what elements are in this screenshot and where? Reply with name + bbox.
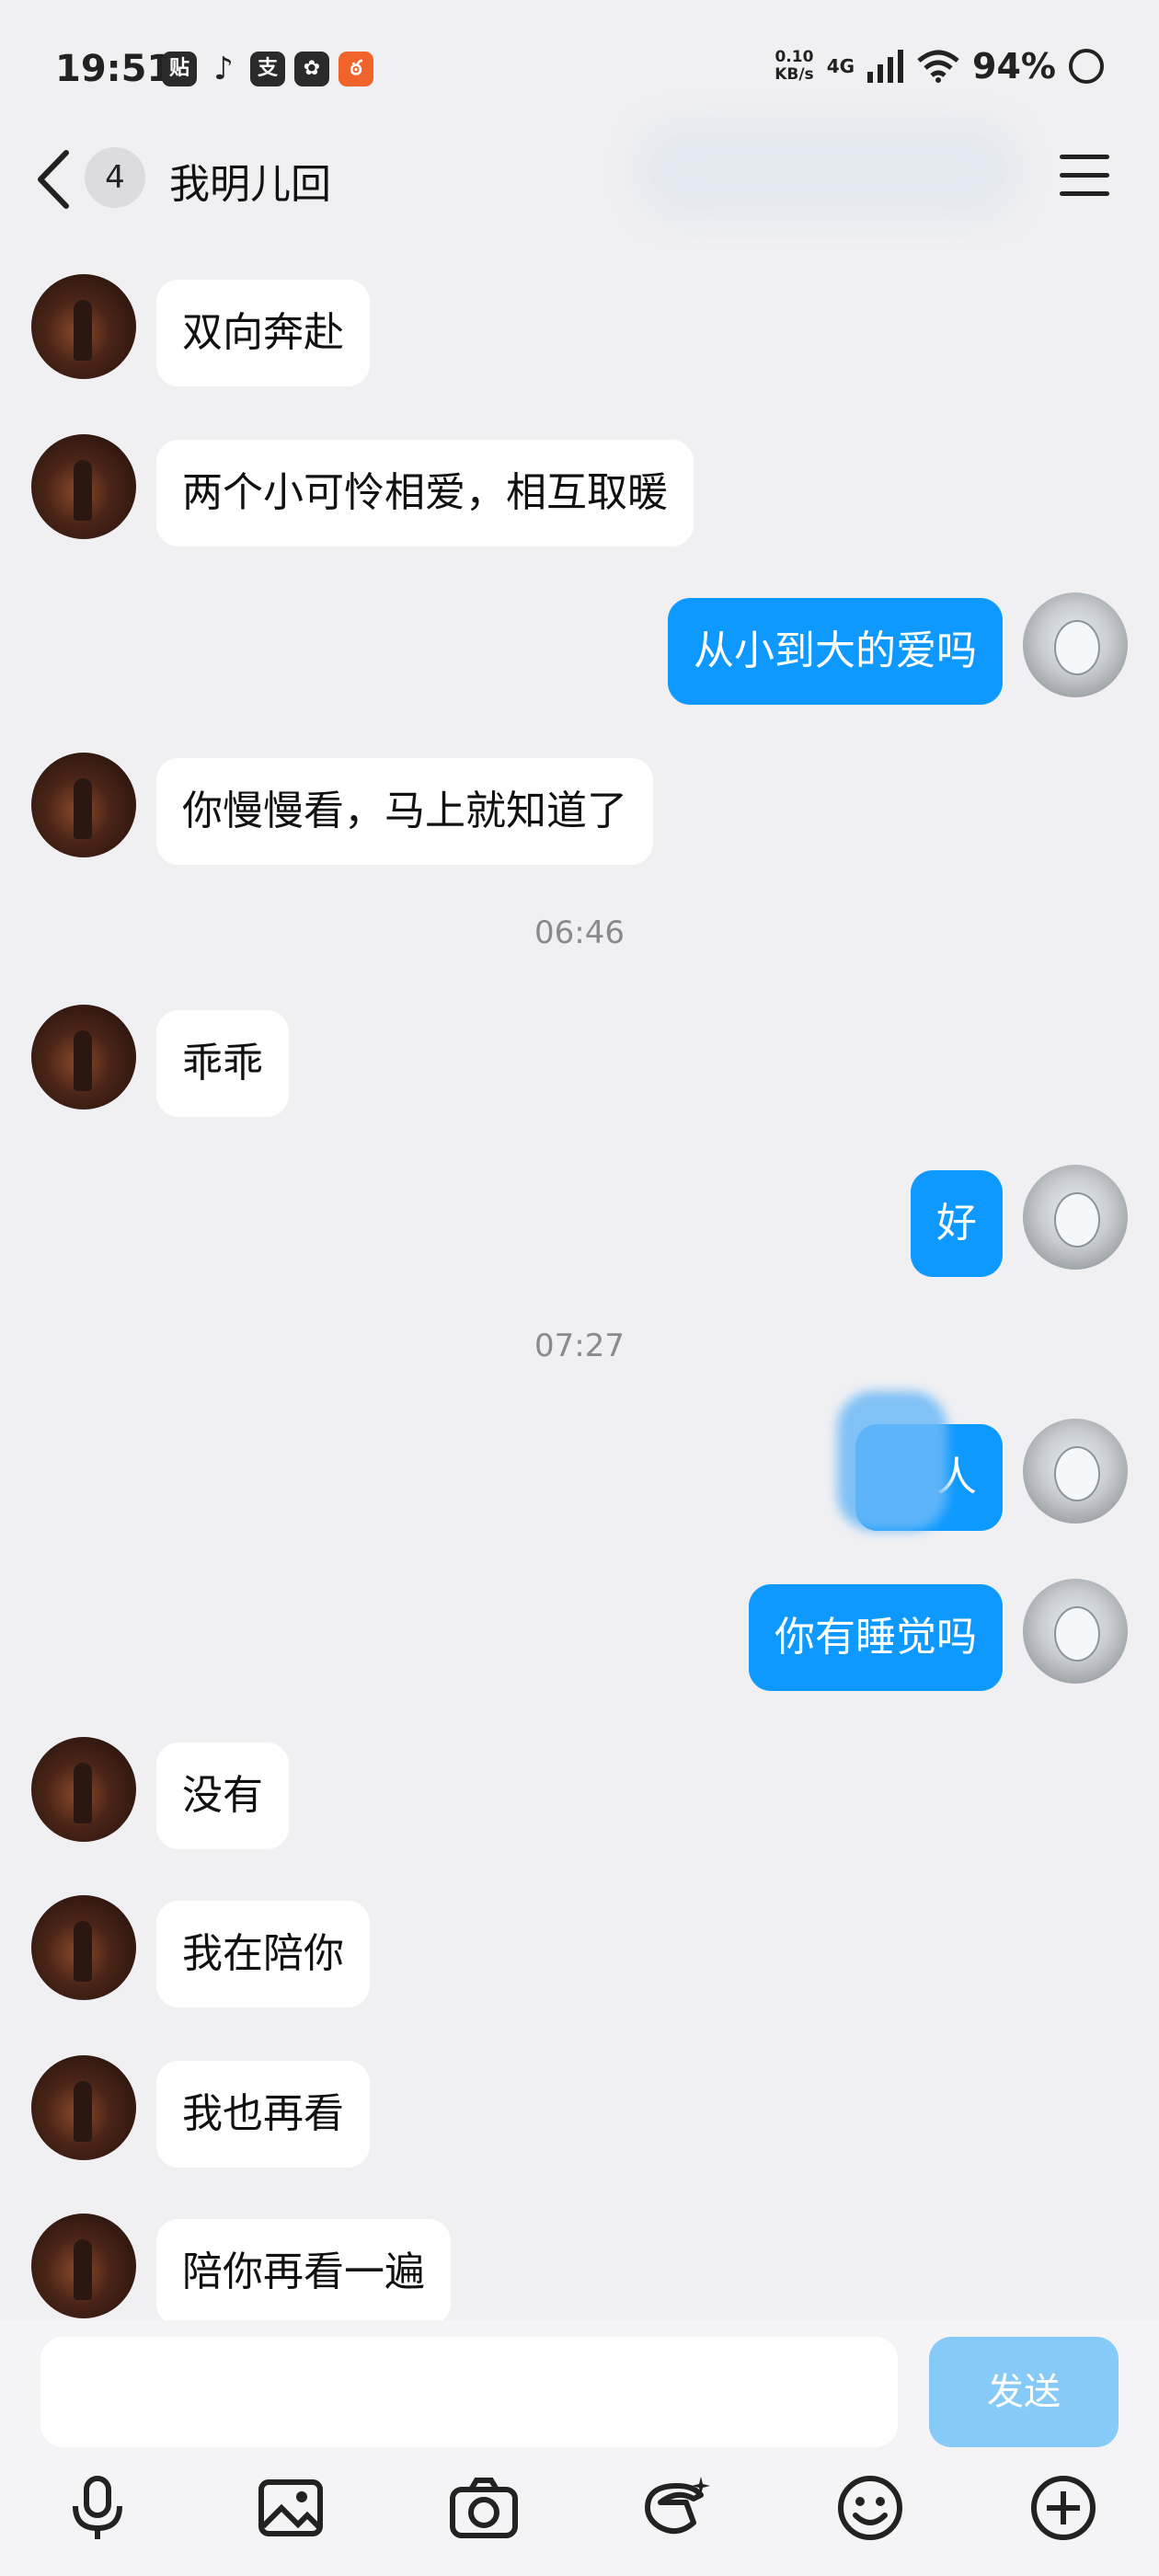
chat-title: 我明儿回: [169, 161, 331, 208]
microphone-icon[interactable]: [61, 2471, 134, 2545]
self-avatar[interactable]: [1023, 1579, 1128, 1684]
network-speed-value: 0.10: [775, 48, 814, 66]
status-time: 19:51: [55, 48, 173, 90]
blurred-region: [635, 120, 1021, 221]
status-right: 0.10 KB/s 4G 94%: [775, 46, 1104, 86]
status-app-icons: 贴 ♪ 支 ✿ ఠ: [162, 52, 373, 86]
wechat-notification-icon: ✿: [294, 52, 329, 86]
incoming-message[interactable]: 我也再看: [156, 2061, 370, 2168]
incoming-message[interactable]: 两个小可怜相爱，相互取暖: [156, 440, 694, 546]
send-button[interactable]: 发送: [929, 2337, 1119, 2447]
unread-count-badge[interactable]: 4: [85, 147, 145, 208]
self-avatar[interactable]: [1023, 1419, 1128, 1524]
hamburger-menu-icon[interactable]: [1060, 155, 1109, 201]
plus-icon[interactable]: [1027, 2471, 1100, 2545]
blurred-region: [837, 1391, 947, 1531]
signal-icon: [867, 50, 904, 83]
sticker-icon[interactable]: [640, 2471, 714, 2545]
contact-avatar[interactable]: [31, 434, 136, 539]
incoming-message[interactable]: 双向奔赴: [156, 280, 370, 386]
status-bar: 19:51 贴 ♪ 支 ✿ ఠ 0.10 KB/s 4G 94%: [0, 0, 1159, 138]
contact-avatar[interactable]: [31, 1895, 136, 2000]
incoming-message[interactable]: 我在陪你: [156, 1901, 370, 2007]
emoji-icon[interactable]: [833, 2471, 907, 2545]
incoming-message[interactable]: 你慢慢看，马上就知道了: [156, 758, 653, 865]
incoming-message[interactable]: 陪你再看一遍: [156, 2219, 451, 2326]
image-icon[interactable]: [254, 2471, 327, 2545]
battery-percent: 94%: [972, 46, 1056, 86]
network-speed-unit: KB/s: [775, 65, 814, 84]
battery-icon: [1069, 49, 1104, 84]
app-notification-icon: ఠ: [339, 52, 373, 86]
contact-avatar[interactable]: [31, 2214, 136, 2318]
network-type: 4G: [826, 55, 855, 77]
self-avatar[interactable]: [1023, 592, 1128, 697]
incoming-message[interactable]: 没有: [156, 1742, 289, 1849]
outgoing-message[interactable]: 好: [911, 1170, 1003, 1277]
contact-avatar[interactable]: [31, 274, 136, 379]
chevron-left-icon[interactable]: [31, 147, 77, 212]
network-speed: 0.10 KB/s: [775, 49, 813, 84]
timestamp: 07:27: [534, 1328, 625, 1364]
camera-icon[interactable]: [447, 2471, 521, 2545]
timestamp: 06:46: [534, 914, 625, 951]
contact-avatar[interactable]: [31, 1005, 136, 1110]
contact-avatar[interactable]: [31, 753, 136, 857]
douyin-notification-icon: ♪: [213, 51, 234, 87]
contact-avatar[interactable]: [31, 2055, 136, 2160]
incoming-message[interactable]: 乖乖: [156, 1010, 289, 1117]
outgoing-message[interactable]: 从小到大的爱吗: [668, 598, 1003, 705]
alipay-notification-icon: 支: [250, 52, 285, 86]
message-input[interactable]: [40, 2337, 898, 2447]
self-avatar[interactable]: [1023, 1165, 1128, 1270]
tieba-notification-icon: 贴: [162, 52, 197, 86]
contact-avatar[interactable]: [31, 1737, 136, 1842]
outgoing-message[interactable]: 你有睡觉吗: [749, 1584, 1003, 1691]
wifi-icon: [917, 50, 959, 83]
